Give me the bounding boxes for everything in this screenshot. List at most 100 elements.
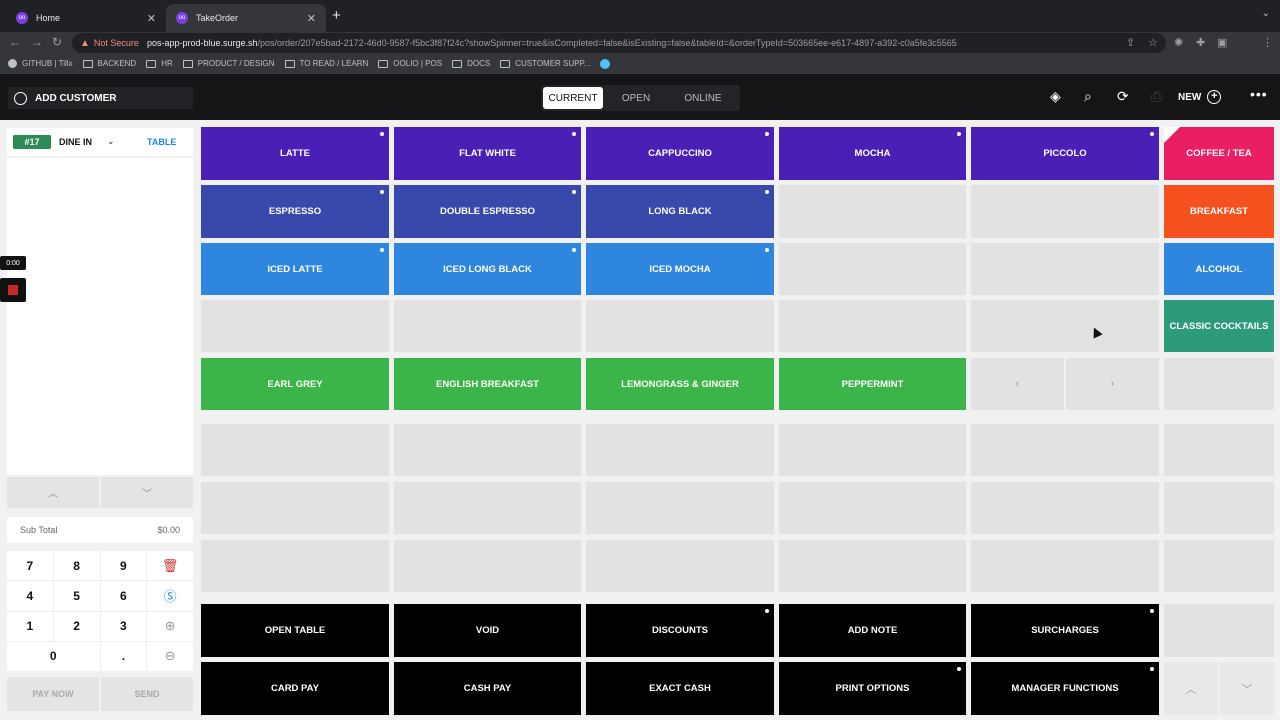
- share-icon[interactable]: ⇪: [1126, 36, 1135, 49]
- cash-pay-button[interactable]: CASH PAY: [394, 662, 581, 715]
- printer-icon[interactable]: ⎙: [1151, 88, 1162, 105]
- browser-menu-icon[interactable]: ⋮: [1262, 36, 1273, 49]
- back-icon[interactable]: ←: [9, 35, 21, 49]
- bookmark-item[interactable]: GITHUB | Tillx: [8, 59, 73, 68]
- card-pay-button[interactable]: CARD PAY: [201, 662, 389, 715]
- tab-current[interactable]: CURRENT: [543, 87, 603, 109]
- user-icon: [14, 91, 27, 105]
- key-6[interactable]: 6: [100, 581, 147, 611]
- bookmark-site-icon[interactable]: [600, 58, 611, 69]
- add-customer-label: ADD CUSTOMER: [35, 92, 117, 104]
- key-3[interactable]: 3: [100, 611, 147, 641]
- product-espresso[interactable]: ESPRESSO: [201, 185, 389, 238]
- browser-tab-takeorder[interactable]: oo TakeOrder ✕: [166, 4, 326, 32]
- page-next-button[interactable]: ›: [1066, 358, 1159, 410]
- trash-icon[interactable]: 🗑: [147, 551, 193, 581]
- extension-icon[interactable]: ✺: [1174, 36, 1183, 49]
- product-mocha[interactable]: MOCHA: [779, 127, 966, 180]
- product-lemongrass-ginger[interactable]: LEMONGRASS & GINGER: [586, 358, 774, 410]
- exact-cash-button[interactable]: EXACT CASH: [586, 662, 774, 715]
- tab-open[interactable]: OPEN: [603, 87, 669, 109]
- open-table-button[interactable]: OPEN TABLE: [201, 604, 389, 657]
- add-note-button[interactable]: ADD NOTE: [779, 604, 966, 657]
- key-decimal[interactable]: .: [100, 641, 147, 671]
- scroll-down-button[interactable]: ﹀: [101, 477, 193, 508]
- bookmark-star-icon[interactable]: ☆: [1148, 36, 1158, 49]
- order-type-select[interactable]: DINE IN: [59, 137, 92, 147]
- bookmark-item[interactable]: CUSTOMER SUPP...: [500, 59, 590, 68]
- key-9[interactable]: 9: [100, 551, 147, 581]
- product-label: ICED LONG BLACK: [443, 263, 532, 275]
- product-earl-grey[interactable]: EARL GREY: [201, 358, 389, 410]
- empty-slot: [394, 300, 581, 352]
- function-page-down-button[interactable]: ﹀: [1220, 662, 1274, 715]
- reload-icon[interactable]: ↻: [52, 35, 62, 49]
- bookmark-item[interactable]: TO READ / LEARN: [284, 59, 368, 68]
- key-0[interactable]: 0: [7, 641, 100, 671]
- new-tab-icon[interactable]: +: [332, 7, 341, 24]
- forward-icon[interactable]: →: [31, 35, 43, 49]
- key-5[interactable]: 5: [53, 581, 100, 611]
- scroll-up-button[interactable]: ︿: [7, 477, 99, 508]
- key-7[interactable]: 7: [7, 551, 53, 581]
- product-iced-latte[interactable]: ICED LATTE: [201, 243, 389, 295]
- send-button[interactable]: SEND: [101, 677, 193, 711]
- plus-circle-icon[interactable]: ⊕: [147, 611, 193, 641]
- new-order-button[interactable]: NEW +: [1178, 86, 1222, 108]
- function-label: CARD PAY: [270, 683, 320, 694]
- category-breakfast[interactable]: BREAKFAST: [1164, 185, 1274, 238]
- key-4[interactable]: 4: [7, 581, 53, 611]
- product-label: FLAT WHITE: [459, 148, 516, 159]
- minus-circle-icon[interactable]: ⊖: [147, 641, 193, 671]
- manager-functions-button[interactable]: MANAGER FUNCTIONS: [971, 662, 1159, 715]
- category-classic-cocktails[interactable]: CLASSIC COCKTAILS: [1164, 300, 1274, 352]
- surcharges-button[interactable]: SURCHARGES: [971, 604, 1159, 657]
- tab-online[interactable]: ONLINE: [669, 87, 737, 109]
- void-button[interactable]: VOID: [394, 604, 581, 657]
- stop-recording-icon[interactable]: [0, 278, 26, 302]
- tab-search-icon[interactable]: ⌄: [1262, 8, 1270, 19]
- product-label: ICED LATTE: [267, 263, 323, 275]
- currency-icon[interactable]: Ⓢ: [147, 581, 193, 611]
- empty-slot: [394, 482, 581, 534]
- product-cappuccino[interactable]: CAPPUCCINO: [586, 127, 774, 180]
- key-2[interactable]: 2: [53, 611, 100, 641]
- more-options-icon[interactable]: •••: [1250, 86, 1268, 102]
- bookmark-item[interactable]: OOLIO | POS: [378, 59, 442, 68]
- bookmark-item[interactable]: DOCS: [452, 59, 490, 68]
- product-flat-white[interactable]: FLAT WHITE: [394, 127, 581, 180]
- bookmark-item[interactable]: BACKEND: [82, 59, 136, 68]
- pay-now-button[interactable]: PAY NOW: [7, 677, 99, 711]
- key-1[interactable]: 1: [7, 611, 53, 641]
- product-piccolo[interactable]: PICCOLO: [971, 127, 1159, 180]
- app-header: ADD CUSTOMER CURRENT OPEN ONLINE ◈ ⌕ ⟳ ⎙…: [0, 74, 1280, 120]
- search-icon[interactable]: ⌕: [1084, 88, 1092, 105]
- layers-icon[interactable]: ◈: [1050, 88, 1061, 105]
- bookmark-item[interactable]: HR: [146, 59, 173, 68]
- bookmark-item[interactable]: PRODUCT / DESIGN: [182, 59, 275, 68]
- category-coffee-tea[interactable]: COFFEE / TEA: [1164, 127, 1274, 180]
- puzzle-icon[interactable]: ✚: [1196, 36, 1205, 49]
- product-double-espresso[interactable]: DOUBLE ESPRESSO: [394, 185, 581, 238]
- table-button[interactable]: TABLE: [147, 137, 176, 147]
- print-options-button[interactable]: PRINT OPTIONS: [779, 662, 966, 715]
- address-bar[interactable]: ▲ Not Secure pos-app-prod-blue.surge.sh …: [72, 33, 1166, 53]
- category-alcohol[interactable]: ALCOHOL: [1164, 243, 1274, 295]
- product-iced-mocha[interactable]: ICED MOCHA: [586, 243, 774, 295]
- function-page-up-button[interactable]: ︿: [1164, 662, 1218, 715]
- add-customer-button[interactable]: ADD CUSTOMER: [8, 87, 193, 109]
- product-latte[interactable]: LATTE: [201, 127, 389, 180]
- sidepanel-icon[interactable]: ▣: [1217, 36, 1227, 49]
- product-iced-long-black[interactable]: ICED LONG BLACK: [394, 243, 581, 295]
- browser-tab-home[interactable]: oo Home ✕: [6, 4, 166, 32]
- product-english-breakfast[interactable]: ENGLISH BREAKFAST: [394, 358, 581, 410]
- close-tab-icon[interactable]: ✕: [147, 12, 156, 25]
- product-peppermint[interactable]: PEPPERMINT: [779, 358, 966, 410]
- discounts-button[interactable]: DISCOUNTS: [586, 604, 774, 657]
- sync-icon[interactable]: ⟳: [1117, 88, 1129, 105]
- close-tab-icon[interactable]: ✕: [307, 12, 316, 25]
- key-8[interactable]: 8: [53, 551, 100, 581]
- chevron-down-icon[interactable]: ⌄: [107, 136, 115, 147]
- page-prev-button[interactable]: ‹: [971, 358, 1064, 410]
- product-long-black[interactable]: LONG BLACK: [586, 185, 774, 238]
